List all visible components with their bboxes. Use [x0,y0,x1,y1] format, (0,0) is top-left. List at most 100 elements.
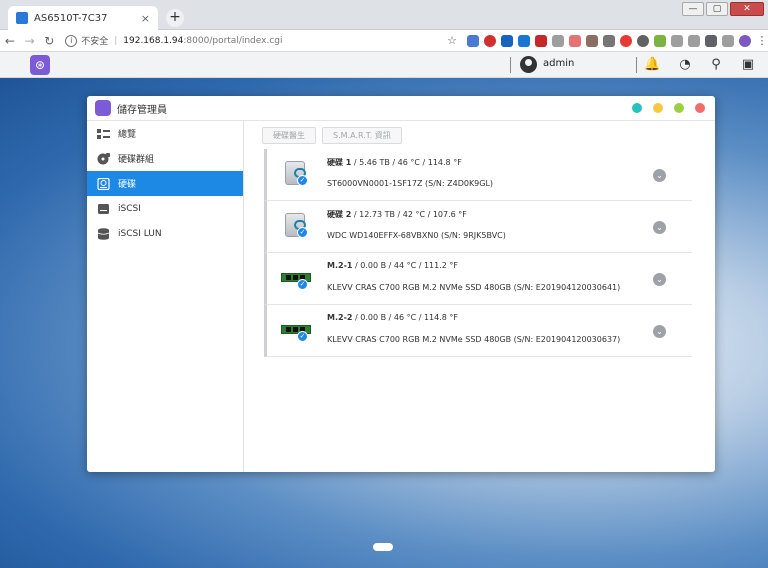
overview-icon [97,128,110,139]
url-host: 192.168.1.94 [123,35,184,46]
disk-doctor-button[interactable]: 硬碟醫生 [262,126,316,144]
disk-summary: M.2-2 / 0.00 B / 46 °C / 114.8 °F [327,313,458,322]
sidebar-item-disk[interactable]: 硬碟 [87,171,243,196]
dock-handle[interactable] [373,543,393,551]
maximize-dot-button[interactable] [674,103,684,113]
translate-ext-icon[interactable] [467,34,479,47]
expand-chevron-icon[interactable]: ⌄ [653,273,666,286]
profile-ext-icon[interactable] [722,34,734,47]
sidebar-item-label: iSCSI LUN [118,228,162,239]
sidebar-item-label: 硬碟 [118,180,137,190]
forward-icon[interactable]: → [20,34,40,48]
tab-close-icon[interactable]: × [141,12,150,25]
window-controls: — ▢ ✕ [682,2,764,16]
shield-ext-icon[interactable] [518,34,530,47]
nas-top-bar: ⊛ admin 🔔 ◔ ⚲ ▣ [0,52,768,78]
disk-name: 硬碟 1 [327,158,352,167]
menu-kebab-icon[interactable]: ⋮ [756,34,768,47]
chat-ext-icon[interactable] [671,34,683,47]
extensions-row: ⋮ [467,34,768,47]
maximize-button[interactable]: ▢ [706,2,728,16]
disk-name: M.2-1 [327,261,353,270]
disk-row[interactable]: ✓ M.2-1 / 0.00 B / 44 °C / 111.2 °F KLEV… [264,253,692,305]
disk-model: ST6000VN0001-1SF17Z (S/N: Z4D0K9GL) [327,179,494,188]
tab-favicon-icon [16,12,28,24]
disk-info: / 0.00 B / 44 °C / 111.2 °F [352,261,458,270]
grey-ext-icon[interactable] [552,34,564,47]
window-titlebar[interactable]: 儲存管理員 [87,96,715,121]
shield2-ext-icon[interactable] [688,34,700,47]
expand-chevron-icon[interactable]: ⌄ [653,169,666,182]
notification-bell-icon[interactable]: 🔔 [644,57,660,73]
url-path: :8000/portal/index.cgi [183,35,283,46]
window-title: 儲存管理員 [117,104,167,116]
user-icon[interactable] [520,56,537,73]
chinese-ext-icon[interactable] [603,34,615,47]
storage-manager-icon [95,100,111,116]
disk-name: M.2-2 [327,313,353,322]
tab-title: AS6510T-7C37 [34,12,108,24]
storage-manager-window: 儲存管理員 總覽 硬碟群組 硬碟 iSCSI iSCSI LUN 硬碟醫生 S.… [87,96,715,472]
address-bar-row: ← → ↻ i 不安全 | 192.168.1.94:8000/portal/i… [0,30,768,52]
avatar-icon[interactable] [739,34,751,47]
disk-summary: 硬碟 1 / 5.46 TB / 46 °C / 114.8 °F [327,157,462,168]
sidebar-item-overview[interactable]: 總覽 [87,121,243,146]
red-ext-icon[interactable] [535,34,547,47]
disk-summary: 硬碟 2 / 12.73 TB / 42 °C / 107.6 °F [327,209,467,220]
sidebar-item-volume[interactable]: 硬碟群組 [87,146,243,171]
nas-app-launcher-icon[interactable]: ⊛ [30,55,50,75]
username-label[interactable]: admin [543,58,574,69]
disk-row[interactable]: ✓ 硬碟 2 / 12.73 TB / 42 °C / 107.6 °F WDC… [264,201,692,253]
disk-summary: M.2-1 / 0.00 B / 44 °C / 111.2 °F [327,261,458,270]
settings-panel-icon[interactable]: ▣ [740,57,756,73]
disk-info: / 5.46 TB / 46 °C / 114.8 °F [351,158,462,167]
hdd-icon: ✓ [281,161,313,189]
disk-list: ✓ 硬碟 1 / 5.46 TB / 46 °C / 114.8 °F ST60… [264,149,692,357]
minimize-button[interactable]: — [682,2,704,16]
close-window-button[interactable]: ✕ [730,2,764,16]
volume-icon [97,152,110,164]
disk-model: KLEVV CRAS C700 RGB M.2 NVMe SSD 480GB (… [327,335,621,344]
insecure-label: 不安全 [81,37,109,47]
opera-ext-icon[interactable] [484,34,496,47]
green-ext-icon[interactable] [654,34,666,47]
browser-tab[interactable]: AS6510T-7C37 × [8,6,158,30]
bookmark-star-icon[interactable]: ☆ [445,34,459,47]
reload-icon[interactable]: ↻ [39,34,59,48]
help-dot-button[interactable] [632,103,642,113]
expand-chevron-icon[interactable]: ⌄ [653,221,666,234]
hdd-icon: ✓ [281,213,313,241]
disk-name: 硬碟 2 [327,210,352,219]
disk-model: WDC WD140EFFX-68VBXN0 (S/N: 9RJK5BVC) [327,231,506,240]
sidebar-item-iscsi-lun[interactable]: iSCSI LUN [87,221,243,246]
dark-ext-icon[interactable] [637,34,649,47]
expand-chevron-icon[interactable]: ⌄ [653,325,666,338]
disk-model: KLEVV CRAS C700 RGB M.2 NVMe SSD 480GB (… [327,283,621,292]
pdf-ext-icon[interactable] [569,34,581,47]
disk-row[interactable]: ✓ M.2-2 / 0.00 B / 46 °C / 114.8 °F KLEV… [264,305,692,357]
disk-row[interactable]: ✓ 硬碟 1 / 5.46 TB / 46 °C / 114.8 °F ST60… [264,149,692,201]
iscsi-lun-icon [97,227,110,240]
sidebar-item-iscsi[interactable]: iSCSI [87,196,243,221]
brown-ext-icon[interactable] [586,34,598,47]
sidebar-item-label: 硬碟群組 [118,155,155,165]
main-panel: 硬碟醫生 S.M.A.R.T. 資訊 ✓ 硬碟 1 / 5.46 TB / 46… [245,121,715,472]
browser-tab-strip: AS6510T-7C37 × + — ▢ ✕ [0,0,768,30]
circle-ext-icon[interactable] [620,34,632,47]
smart-info-button[interactable]: S.M.A.R.T. 資訊 [322,126,402,144]
dashboard-gauge-icon[interactable]: ◔ [677,57,693,73]
puzzle-ext-icon[interactable] [705,34,717,47]
back-icon[interactable]: ← [0,34,20,48]
healthy-check-icon: ✓ [297,175,308,186]
blue-ext-icon[interactable] [501,34,513,47]
ssd-icon: ✓ [281,317,313,345]
new-tab-button[interactable]: + [166,9,184,27]
search-icon[interactable]: ⚲ [708,57,724,73]
url-field[interactable]: i 不安全 | 192.168.1.94:8000/portal/index.c… [65,32,435,50]
info-icon[interactable]: i [65,34,78,47]
minimize-dot-button[interactable] [653,103,663,113]
disk-info: / 0.00 B / 46 °C / 114.8 °F [352,313,458,322]
close-dot-button[interactable] [695,103,705,113]
sidebar-item-label: iSCSI [118,203,141,214]
ssd-icon: ✓ [281,265,313,293]
